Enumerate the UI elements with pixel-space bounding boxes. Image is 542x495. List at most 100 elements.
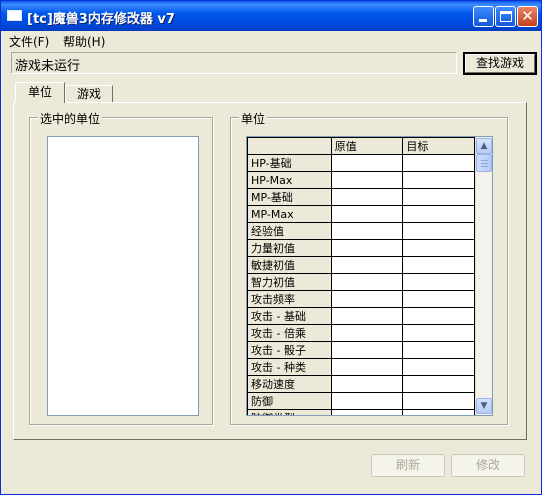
target-value-cell[interactable] bbox=[402, 205, 475, 223]
grid-row-label: 敏捷初值 bbox=[247, 256, 332, 274]
original-value-cell[interactable] bbox=[330, 222, 404, 240]
target-value-cell[interactable] bbox=[402, 307, 475, 325]
selected-units-title: 选中的单位 bbox=[38, 110, 103, 127]
scroll-down-button[interactable]: ▼ bbox=[476, 398, 492, 414]
tab-game[interactable]: 游戏 bbox=[65, 85, 113, 103]
unit-attributes-grid[interactable]: 原值 目标 HP-基础 HP-Max MP-基础 MP-Max 经验值 力量初值 敏捷初值智… bbox=[246, 136, 493, 416]
original-value-cell[interactable] bbox=[330, 171, 404, 189]
original-value-cell[interactable] bbox=[330, 375, 404, 393]
original-value-cell[interactable] bbox=[330, 239, 404, 257]
maximize-icon bbox=[500, 11, 512, 22]
menu-help[interactable]: 帮助(H) bbox=[63, 33, 105, 50]
grid-row-label: HP-基础 bbox=[247, 154, 332, 172]
grid-row-label: 智力初值 bbox=[247, 273, 332, 291]
chevron-up-icon: ▲ bbox=[480, 141, 488, 151]
close-icon: ✕ bbox=[521, 7, 534, 25]
target-value-cell[interactable] bbox=[402, 222, 475, 240]
target-value-cell[interactable] bbox=[402, 375, 475, 393]
scroll-thumb[interactable] bbox=[476, 154, 492, 172]
window-title: [tc]魔兽3内存修改器 v7 bbox=[27, 12, 175, 27]
target-value-cell[interactable] bbox=[402, 188, 475, 206]
scroll-grip-line bbox=[481, 160, 488, 161]
grid-row: 经验值 bbox=[247, 222, 475, 240]
chevron-down-icon: ▼ bbox=[480, 401, 488, 411]
grid-body: HP-基础 HP-Max MP-基础 MP-Max 经验值 力量初值 敏捷初值 智力初值 攻击频… bbox=[247, 154, 475, 415]
close-button[interactable]: ✕ bbox=[517, 6, 538, 27]
app-window: [tc]魔兽3内存修改器 v7 ✕ 文件(F) 帮助(H) 游戏未运行 查找游戏… bbox=[0, 0, 542, 495]
selected-units-group: 选中的单位 bbox=[29, 110, 213, 425]
grid-row-label: 移动速度 bbox=[247, 375, 332, 393]
target-value-cell[interactable] bbox=[402, 239, 475, 257]
grid-row-label: 攻击 - 基础 bbox=[247, 307, 332, 325]
grid-row: 敏捷初值 bbox=[247, 256, 475, 274]
target-value-cell[interactable] bbox=[402, 392, 475, 410]
target-value-cell[interactable] bbox=[402, 358, 475, 376]
target-value-cell[interactable] bbox=[402, 324, 475, 342]
tab-units[interactable]: 单位 bbox=[15, 82, 65, 103]
grid-row: 力量初值 bbox=[247, 239, 475, 257]
column-header-original: 原值 bbox=[330, 137, 404, 155]
minimize-button[interactable] bbox=[473, 6, 494, 27]
original-value-cell[interactable] bbox=[330, 273, 404, 291]
scroll-grip-line bbox=[481, 166, 488, 167]
grid-header-row: 原值 目标 bbox=[247, 137, 475, 155]
original-value-cell[interactable] bbox=[330, 307, 404, 325]
original-value-cell[interactable] bbox=[330, 188, 404, 206]
grid-row: 移动速度 bbox=[247, 375, 475, 393]
scroll-grip-line bbox=[481, 163, 488, 164]
units-group: 单位 原值 目标 HP-基础 HP-Max MP-基础 MP-Max 经验值 力量初值 敏捷… bbox=[230, 110, 508, 425]
grid-row: 攻击频率 bbox=[247, 290, 475, 308]
grid-row-label: MP-Max bbox=[247, 205, 332, 223]
grid-row: 攻击 - 倍乘 bbox=[247, 324, 475, 342]
title-bar[interactable]: [tc]魔兽3内存修改器 v7 ✕ bbox=[1, 1, 541, 31]
grid-row-label: 攻击 - 倍乘 bbox=[247, 324, 332, 342]
find-game-button-label: 查找游戏 bbox=[475, 56, 524, 70]
scroll-up-button[interactable]: ▲ bbox=[476, 138, 492, 154]
target-value-cell[interactable] bbox=[402, 409, 475, 415]
grid-row-label: 防御类型 bbox=[247, 409, 332, 415]
target-value-cell[interactable] bbox=[402, 154, 475, 172]
grid-row-label: 力量初值 bbox=[247, 239, 332, 257]
grid-row-label: 攻击 - 种类 bbox=[247, 358, 332, 376]
target-value-cell[interactable] bbox=[402, 171, 475, 189]
target-value-cell[interactable] bbox=[402, 290, 475, 308]
original-value-cell[interactable] bbox=[330, 392, 404, 410]
maximize-button[interactable] bbox=[495, 6, 516, 27]
grid-row: 攻击 - 骰子 bbox=[247, 341, 475, 359]
grid-vertical-scrollbar[interactable]: ▲ ▼ bbox=[475, 137, 492, 415]
original-value-cell[interactable] bbox=[330, 154, 404, 172]
grid-row-label: 攻击 - 骰子 bbox=[247, 341, 332, 359]
grid-row-label: 防御 bbox=[247, 392, 332, 410]
original-value-cell[interactable] bbox=[330, 256, 404, 274]
grid-row: HP-Max bbox=[247, 171, 475, 189]
original-value-cell[interactable] bbox=[330, 341, 404, 359]
refresh-button[interactable]: 刷新 bbox=[371, 454, 445, 477]
grid-row-label: 经验值 bbox=[247, 222, 332, 240]
selected-units-list[interactable] bbox=[47, 136, 199, 416]
grid-row: 攻击 - 种类 bbox=[247, 358, 475, 376]
grid-corner-header bbox=[247, 137, 332, 155]
target-value-cell[interactable] bbox=[402, 341, 475, 359]
grid-row: MP-Max bbox=[247, 205, 475, 223]
find-game-button[interactable]: 查找游戏 bbox=[463, 52, 537, 75]
grid-row: 攻击 - 基础 bbox=[247, 307, 475, 325]
target-value-cell[interactable] bbox=[402, 256, 475, 274]
grid-row-label: MP-基础 bbox=[247, 188, 332, 206]
original-value-cell[interactable] bbox=[330, 358, 404, 376]
grid-row: 防御 bbox=[247, 392, 475, 410]
menu-bar: 文件(F) 帮助(H) bbox=[1, 31, 541, 50]
app-icon bbox=[7, 10, 22, 21]
column-header-target: 目标 bbox=[402, 137, 475, 155]
modify-button[interactable]: 修改 bbox=[451, 454, 525, 477]
original-value-cell[interactable] bbox=[330, 205, 404, 223]
original-value-cell[interactable] bbox=[330, 409, 404, 415]
grid-row-label: HP-Max bbox=[247, 171, 332, 189]
original-value-cell[interactable] bbox=[330, 324, 404, 342]
original-value-cell[interactable] bbox=[330, 290, 404, 308]
target-value-cell[interactable] bbox=[402, 273, 475, 291]
menu-file[interactable]: 文件(F) bbox=[9, 33, 49, 50]
minimize-icon bbox=[479, 19, 487, 22]
units-group-title: 单位 bbox=[239, 110, 268, 127]
game-status-field: 游戏未运行 bbox=[11, 52, 457, 74]
grid-row: MP-基础 bbox=[247, 188, 475, 206]
